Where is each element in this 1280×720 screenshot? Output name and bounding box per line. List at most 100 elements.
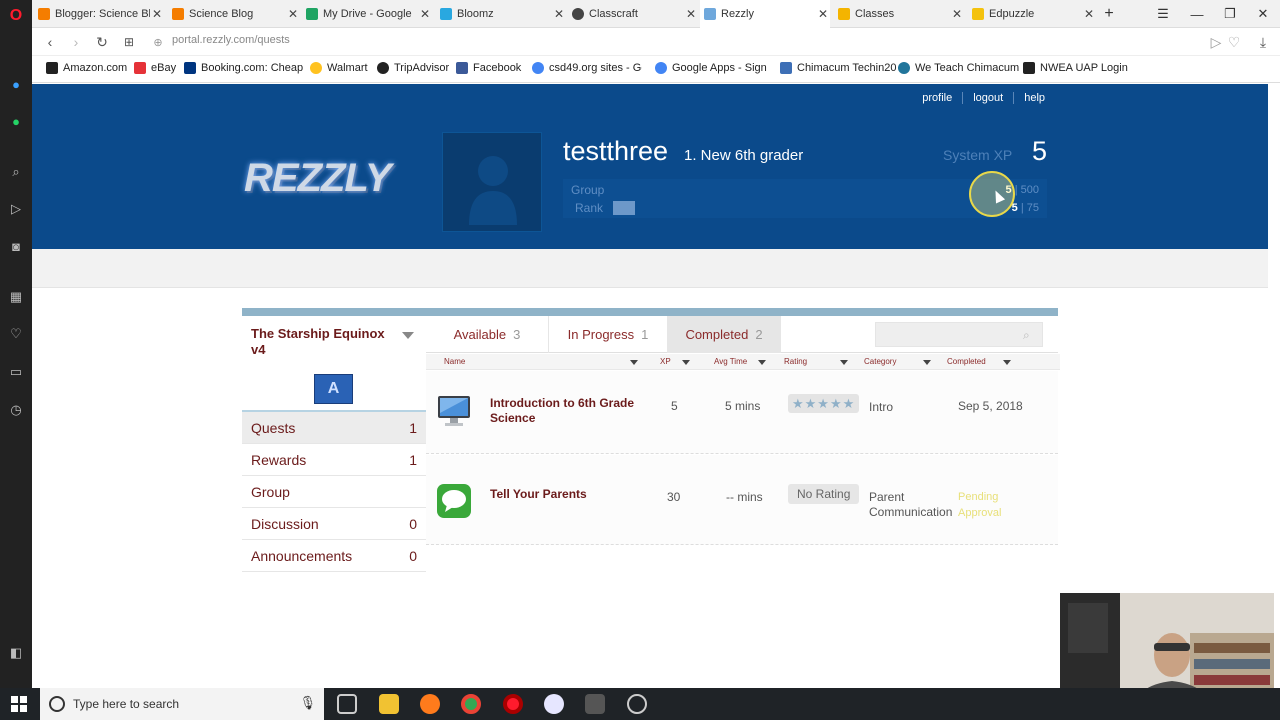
task-view-icon[interactable]: [337, 694, 357, 714]
column-header-name[interactable]: Name: [444, 357, 465, 366]
table-row[interactable]: Tell Your Parents 30 -- mins No Rating P…: [426, 455, 1058, 545]
microphone-icon[interactable]: 🎙: [299, 695, 316, 711]
url-field[interactable]: portal.rezzly.com/quests: [172, 34, 290, 46]
close-icon[interactable]: ✕: [552, 7, 566, 21]
tab-completed[interactable]: Completed 2: [668, 316, 781, 353]
column-header-xp[interactable]: XP: [660, 357, 671, 366]
tab-available[interactable]: Available 3: [426, 316, 549, 353]
sort-caret-icon[interactable]: [1003, 360, 1011, 365]
send-icon[interactable]: ▷: [6, 199, 26, 219]
chrome-icon[interactable]: [461, 694, 481, 714]
logout-link[interactable]: logout: [962, 92, 1013, 104]
speed-dial-icon[interactable]: ▦: [6, 287, 26, 307]
minimize-icon[interactable]: —: [1180, 0, 1214, 28]
browser-tab[interactable]: Bloomz ✕: [436, 0, 566, 28]
facebook-icon: [456, 62, 468, 74]
sort-caret-icon[interactable]: [840, 360, 848, 365]
sidebar-toggle-icon[interactable]: ◧: [6, 643, 26, 663]
profile-link[interactable]: profile: [912, 92, 962, 104]
browser-tab[interactable]: Blogger: Science Bl ✕: [34, 0, 164, 28]
rezzly-logo[interactable]: REZZLY: [244, 156, 392, 201]
bookmark-item[interactable]: csd49.org sites - Goo: [532, 62, 642, 74]
quest-name[interactable]: Introduction to 6th Grade Science: [490, 396, 638, 426]
bookmark-item[interactable]: Google Apps - Sign I: [655, 62, 769, 74]
browser-tab-active[interactable]: Rezzly ✕: [700, 0, 830, 28]
opera-icon[interactable]: [503, 694, 523, 714]
photos-icon[interactable]: [585, 694, 605, 714]
bookmark-item[interactable]: NWEA UAP Login: [1023, 62, 1128, 74]
rank-label: Rank: [575, 201, 604, 215]
bookmark-item[interactable]: Facebook: [456, 62, 521, 74]
browser-tab[interactable]: Edpuzzle ✕: [968, 0, 1096, 28]
tab-in-progress[interactable]: In Progress 1: [549, 316, 668, 353]
quest-name[interactable]: Tell Your Parents: [490, 487, 638, 502]
forward-icon[interactable]: ›: [66, 32, 86, 52]
sort-caret-icon[interactable]: [682, 360, 690, 365]
nav-item-discussion[interactable]: Discussion 0: [242, 508, 426, 540]
top-links: profile logout help: [912, 92, 1055, 104]
taskbar-search-input[interactable]: Type here to search 🎙: [40, 688, 324, 720]
bookmark-item[interactable]: Amazon.com: [46, 62, 127, 74]
new-tab-icon[interactable]: +: [1092, 0, 1126, 28]
news-icon[interactable]: ▭: [6, 362, 26, 382]
bookmark-item[interactable]: TripAdvisor: [377, 62, 449, 74]
send-page-icon[interactable]: ▷: [1206, 32, 1226, 52]
restore-icon[interactable]: ❐: [1213, 0, 1247, 28]
reload-icon[interactable]: ↻: [92, 32, 112, 52]
search-input[interactable]: ⌕: [875, 322, 1043, 347]
quest-avg-time: 5 mins: [725, 399, 761, 413]
bookmark-item[interactable]: We Teach Chimacum: [898, 62, 1019, 74]
sort-caret-icon[interactable]: [923, 360, 931, 365]
nav-item-announcements[interactable]: Announcements 0: [242, 540, 426, 572]
back-icon[interactable]: ‹: [40, 32, 60, 52]
tab-menu-icon[interactable]: ☰: [1146, 0, 1180, 28]
itunes-icon[interactable]: [544, 694, 564, 714]
column-header-rating[interactable]: Rating: [784, 357, 807, 366]
speed-dial-icon[interactable]: ⊞: [119, 32, 139, 52]
camera-icon[interactable]: ◙: [6, 236, 26, 256]
site-info-icon[interactable]: ⊕: [148, 32, 168, 52]
firefox-icon[interactable]: [420, 694, 440, 714]
booking-icon: [184, 62, 196, 74]
close-icon[interactable]: ✕: [418, 7, 432, 21]
close-icon[interactable]: ✕: [816, 7, 830, 21]
table-row[interactable]: Introduction to 6th Grade Science 5 5 mi…: [426, 371, 1058, 454]
close-icon[interactable]: ✕: [684, 7, 698, 21]
close-icon[interactable]: ✕: [150, 7, 164, 21]
search-icon[interactable]: ⌕: [1023, 328, 1035, 342]
nav-item-quests[interactable]: Quests 1: [242, 412, 426, 444]
browser-tab[interactable]: Science Blog ✕: [168, 0, 300, 28]
sort-caret-icon[interactable]: [630, 360, 638, 365]
chevron-down-icon[interactable]: [402, 332, 414, 339]
bookmark-item[interactable]: Booking.com: Cheap: [184, 62, 303, 74]
bookmark-heart-icon[interactable]: ♡: [1224, 32, 1244, 52]
download-icon[interactable]: ⤓: [1253, 32, 1273, 52]
column-header-category[interactable]: Category: [864, 357, 896, 366]
window-close-icon[interactable]: ✕: [1246, 0, 1280, 28]
search-icon[interactable]: ⌕: [6, 162, 26, 182]
close-icon[interactable]: ✕: [950, 7, 964, 21]
messenger-icon[interactable]: ●: [6, 74, 26, 94]
heart-icon[interactable]: ♡: [6, 324, 26, 344]
whatsapp-icon[interactable]: ●: [6, 111, 26, 131]
column-header-completed[interactable]: Completed: [947, 357, 986, 366]
sort-caret-icon[interactable]: [758, 360, 766, 365]
browser-tab[interactable]: Classes ✕: [834, 0, 964, 28]
browser-tab[interactable]: My Drive - Google ✕: [302, 0, 432, 28]
bookmark-item[interactable]: Walmart: [310, 62, 368, 74]
close-icon[interactable]: ✕: [286, 7, 300, 21]
bookmark-item[interactable]: eBay: [134, 62, 176, 74]
nav-item-group[interactable]: Group: [242, 476, 426, 508]
avatar[interactable]: [442, 132, 542, 232]
file-explorer-icon[interactable]: [379, 694, 399, 714]
quest-title[interactable]: The Starship Equinox v4: [251, 326, 391, 358]
windows-start-icon[interactable]: [11, 696, 27, 712]
bookmark-item[interactable]: Chimacum Techin20: [780, 62, 896, 74]
browser-tab[interactable]: Classcraft ✕: [568, 0, 698, 28]
column-header-avg-time[interactable]: Avg Time: [714, 357, 747, 366]
nav-item-rewards[interactable]: Rewards 1: [242, 444, 426, 476]
help-link[interactable]: help: [1013, 92, 1055, 104]
opera-logo-icon[interactable]: O: [6, 6, 26, 26]
screen-recorder-icon[interactable]: [627, 694, 647, 714]
history-icon[interactable]: ◷: [6, 400, 26, 420]
